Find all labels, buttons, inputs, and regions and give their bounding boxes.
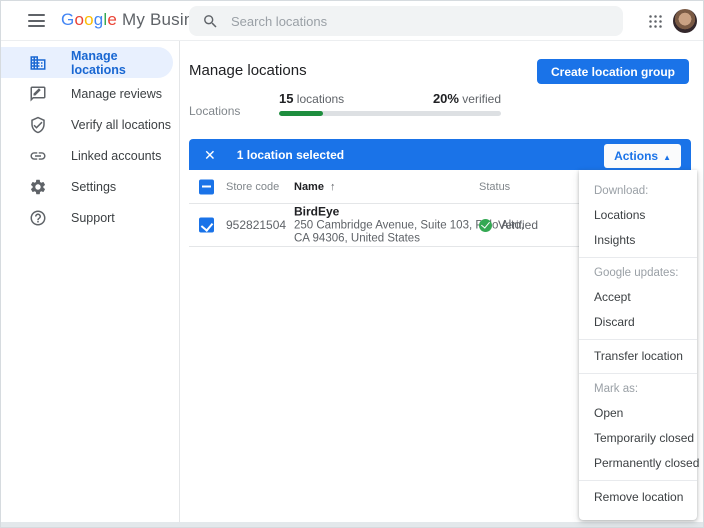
- sort-ascending-icon: ↑: [330, 181, 336, 193]
- shield-check-icon: [29, 116, 47, 134]
- menu-item-remove-location[interactable]: Remove location: [579, 485, 697, 510]
- sidebar-item-label: Verify all locations: [71, 118, 171, 132]
- sidebar-item-label: Support: [71, 211, 115, 225]
- menu-group-transfer: Transfer location: [579, 339, 697, 373]
- bottom-edge-strip: [1, 522, 703, 527]
- menu-item-accept[interactable]: Accept: [579, 285, 697, 310]
- menu-section-header: Mark as:: [579, 378, 697, 401]
- select-all-checkbox[interactable]: [199, 179, 214, 194]
- sidebar-item-label: Manage locations: [71, 49, 173, 77]
- column-header-store-code[interactable]: Store code: [226, 181, 279, 193]
- progress-fill: [279, 111, 323, 116]
- menu-item-discard[interactable]: Discard: [579, 310, 697, 335]
- google-apps-grid-icon[interactable]: [648, 14, 663, 29]
- top-app-bar: Google My Business: [1, 1, 703, 41]
- main-content: Manage locations Create location group L…: [181, 41, 703, 522]
- menu-item-open[interactable]: Open: [579, 401, 697, 426]
- sidebar-item-linked-accounts[interactable]: Linked accounts: [1, 140, 179, 171]
- close-icon[interactable]: ✕: [204, 148, 216, 162]
- menu-item-permanently-closed[interactable]: Permanently closed: [579, 451, 697, 476]
- link-icon: [29, 147, 47, 165]
- store-code-cell: 952821504: [226, 218, 286, 232]
- menu-group-remove: Remove location: [579, 480, 697, 514]
- search-icon: [202, 13, 219, 30]
- selection-bar: ✕ 1 location selected Actions▲: [189, 139, 691, 170]
- locations-progress-label: Locations: [189, 104, 240, 118]
- locations-count: 15 locations: [279, 91, 344, 106]
- sidebar-item-manage-reviews[interactable]: Manage reviews: [1, 78, 179, 109]
- app-window: Google My Business Manage locations Mana…: [0, 0, 704, 528]
- locations-progress: 15 locations 20% verified: [279, 91, 501, 116]
- google-logo-wordmark: Google: [61, 10, 117, 29]
- menu-group-download: Download: Locations Insights: [579, 176, 697, 257]
- selection-count-text: 1 location selected: [237, 148, 344, 162]
- caret-up-icon: ▲: [663, 153, 671, 162]
- search-input[interactable]: [231, 14, 591, 29]
- menu-section-header: Download:: [579, 180, 697, 203]
- location-name: BirdEye: [294, 205, 524, 219]
- sidebar-item-label: Manage reviews: [71, 87, 162, 101]
- column-header-status[interactable]: Status: [479, 181, 510, 193]
- menu-item-insights[interactable]: Insights: [579, 228, 697, 253]
- sidebar-nav: Manage locations Manage reviews Verify a…: [1, 41, 180, 522]
- review-bubble-icon: [29, 85, 47, 103]
- sidebar-item-settings[interactable]: Settings: [1, 171, 179, 202]
- row-checkbox[interactable]: [199, 218, 214, 233]
- menu-section-header: Google updates:: [579, 262, 697, 285]
- progress-track: [279, 111, 501, 116]
- menu-group-google-updates: Google updates: Accept Discard: [579, 257, 697, 339]
- sidebar-item-manage-locations[interactable]: Manage locations: [1, 47, 173, 78]
- status-cell: Verified: [479, 218, 538, 232]
- page-title: Manage locations: [189, 62, 307, 79]
- menu-group-mark-as: Mark as: Open Temporarily closed Permane…: [579, 373, 697, 480]
- menu-item-temporarily-closed[interactable]: Temporarily closed: [579, 426, 697, 451]
- help-icon: [29, 209, 47, 227]
- create-location-group-button[interactable]: Create location group: [537, 59, 689, 84]
- sidebar-item-verify-all-locations[interactable]: Verify all locations: [1, 109, 179, 140]
- gear-icon: [29, 178, 47, 196]
- account-avatar[interactable]: [673, 9, 697, 33]
- status-text: Verified: [498, 218, 538, 232]
- menu-item-locations[interactable]: Locations: [579, 203, 697, 228]
- sidebar-item-label: Settings: [71, 180, 116, 194]
- locations-building-icon: [29, 54, 47, 72]
- column-header-name[interactable]: Name↑: [294, 181, 335, 193]
- menu-item-transfer-location[interactable]: Transfer location: [579, 344, 697, 369]
- sidebar-item-support[interactable]: Support: [1, 202, 179, 233]
- hamburger-menu-icon[interactable]: [28, 14, 45, 27]
- sidebar-item-label: Linked accounts: [71, 149, 161, 163]
- actions-button[interactable]: Actions▲: [604, 144, 681, 168]
- verified-check-icon: [479, 219, 492, 232]
- verified-percent: 20% verified: [433, 91, 501, 106]
- search-bar[interactable]: [189, 6, 623, 36]
- actions-dropdown-menu: Download: Locations Insights Google upda…: [579, 170, 697, 520]
